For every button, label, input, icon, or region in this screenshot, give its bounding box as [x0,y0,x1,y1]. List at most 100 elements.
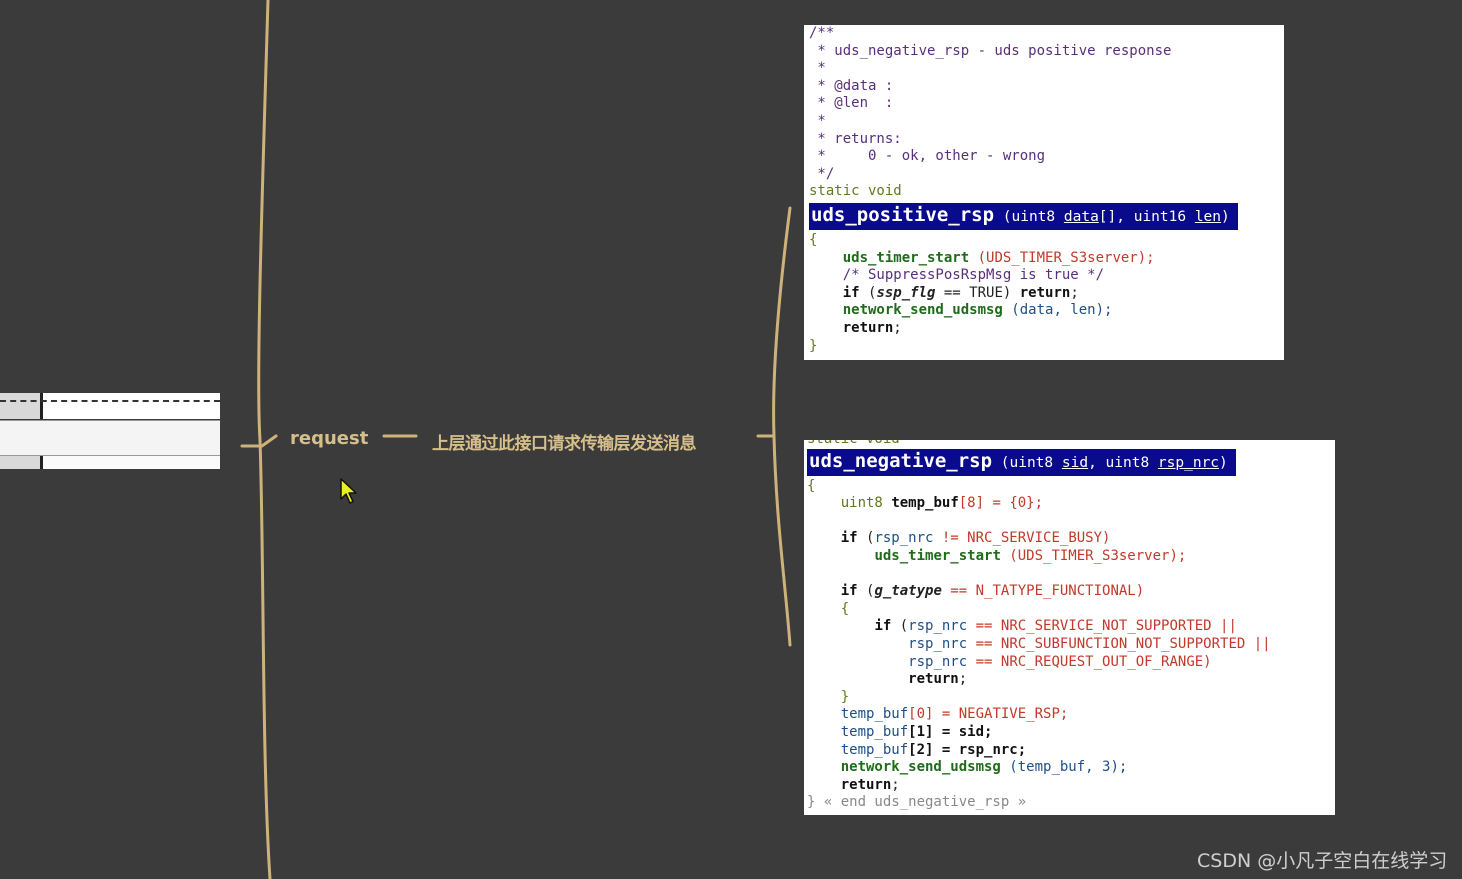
param-name: sid [1061,454,1089,471]
code-line: uint8 temp_buf[8] = {0}; [807,495,1335,513]
code-line: uds_timer_start (UDS_TIMER_S3server); [809,250,1284,268]
code-comment-line: * 0 - ok, other - wrong [809,148,1046,165]
code-function: uds_timer_start [874,547,1001,564]
code-function: network_send_udsmsg [842,302,1003,319]
code-text: == N_TATYPE_FUNCTIONAL) [941,583,1145,600]
table-row [0,393,220,419]
code-text: [1] = sid; [908,723,993,740]
code-comment-line: * @data : [809,77,894,94]
signature-part: ) [1221,208,1230,225]
code-text: (UDS_TIMER_S3server); [969,249,1155,266]
code-end-marker: } « end uds_negative_rsp » [807,794,1027,811]
code-function: network_send_udsmsg [840,759,1001,776]
code-variable: temp_buf [840,706,909,723]
dashed-divider [0,400,220,402]
table-row [0,420,220,456]
code-variable: g_tatype [874,583,942,600]
code-line: return; [908,671,968,688]
param-name: len [1194,208,1222,225]
code-line: temp_buf[2] = rsp_nrc; [807,742,1335,760]
code-text: (data, len); [1002,302,1113,319]
code-comment-line: */ [809,165,835,182]
code-line: return; [842,319,902,336]
code-comment-line: * returns: [809,130,902,147]
code-line: } [807,689,1335,707]
table-cell [0,456,43,469]
code-type: uint8 [840,495,883,512]
code-comment-line: * [809,112,826,129]
code-line: network_send_udsmsg (temp_buf, 3); [807,759,1335,777]
function-signature: uds_negative_rsp (uint8 sid, uint8 rsp_n… [807,448,1236,476]
code-text: [8] = {0}; [958,495,1044,512]
code-line: if (rsp_nrc != NRC_SERVICE_BUSY) [840,530,1111,547]
signature-part: (uint8 [994,208,1064,225]
code-line: network_send_udsmsg (data, len); [809,302,1284,320]
code-line: rsp_nrc == NRC_SUBFUNCTION_NOT_SUPPORTED… [807,636,1335,654]
code-text: == TRUE) [935,284,1020,301]
watermark: CSDN @小凡子空白在线学习 [1197,850,1448,872]
code-text: [2] = rsp_nrc; [908,741,1027,758]
code-variable: temp_buf [840,723,909,740]
function-signature: uds_positive_rsp (uint8 data[], uint16 l… [809,202,1238,230]
code-line: return; [840,776,900,793]
code-keyword: if [840,583,858,600]
code-variable: temp_buf [840,741,909,758]
mouse-pointer-icon [340,478,357,504]
signature-part: , uint8 [1088,454,1158,471]
trunk-line [257,0,272,879]
code-comment-line: * uds_negative_rsp - uds positive respon… [809,42,1172,59]
code-variable: rsp_nrc [908,618,968,635]
code-brace: { [840,600,850,617]
code-text: (temp_buf, 3); [1000,759,1128,776]
code-text: == NRC_REQUEST_OUT_OF_RANGE) [967,653,1212,670]
code-variable: rsp_nrc [908,653,968,670]
code-function: uds_timer_start [842,249,970,266]
code-keyword: if [840,530,858,547]
code-line: temp_buf[0] = NEGATIVE_RSP; [807,706,1335,724]
code-line-static-void: static void [807,440,1335,449]
code-line-static-void: static void [809,183,902,200]
code-text: (UDS_TIMER_S3server); [1000,547,1187,564]
code-keyword: return [842,319,894,336]
code-line: if (rsp_nrc == NRC_SERVICE_NOT_SUPPORTED… [874,618,1237,635]
mindmap-node-description[interactable]: 上层通过此接口请求传输层发送消息 [432,429,697,454]
code-keyword: return [1019,284,1071,301]
code-line: { [807,601,1335,619]
code-variable: rsp_nrc [908,635,968,652]
code-line: if (g_tatype == N_TATYPE_FUNCTIONAL) [840,583,1145,600]
table-row [0,456,220,469]
mindmap-node-request[interactable]: request [290,428,368,449]
code-comment: /* SuppressPosRspMsg is true */ [842,267,1105,284]
param-name: rsp_nrc [1157,454,1220,471]
code-keyword: return [908,671,959,688]
code-comment-line: * [809,60,826,77]
code-variable: temp_buf [891,495,959,512]
code-text: == NRC_SUBFUNCTION_NOT_SUPPORTED || [967,635,1271,652]
param-name: data [1063,208,1099,225]
code-brace: { [809,231,818,248]
code-variable: ssp_flg [876,284,936,301]
code-brace: { [807,477,816,494]
code-keyword: if [874,618,892,635]
code-line: uds_timer_start (UDS_TIMER_S3server); [807,548,1335,566]
table-cell [0,393,43,419]
function-name: uds_positive_rsp [811,203,995,226]
code-text: [0] = NEGATIVE_RSP; [908,706,1069,723]
code-keyword: if [842,284,860,301]
code-snippet-positive-rsp: /** * uds_negative_rsp - uds positive re… [804,25,1284,360]
collapsed-table [0,393,220,469]
code-keyword: return [840,776,892,793]
code-variable: rsp_nrc [874,530,934,547]
signature-part: ) [1219,454,1228,471]
code-comment-line: * @len : [809,95,894,112]
code-brace: } [809,337,818,354]
signature-part: (uint8 [992,454,1062,471]
code-brace: } [840,688,850,705]
branch-line [772,206,792,647]
code-line: temp_buf[1] = sid; [807,724,1335,742]
code-text: != NRC_SERVICE_BUSY) [933,530,1111,547]
signature-part: [], uint16 [1098,208,1195,225]
code-line: rsp_nrc == NRC_REQUEST_OUT_OF_RANGE) [807,654,1335,672]
